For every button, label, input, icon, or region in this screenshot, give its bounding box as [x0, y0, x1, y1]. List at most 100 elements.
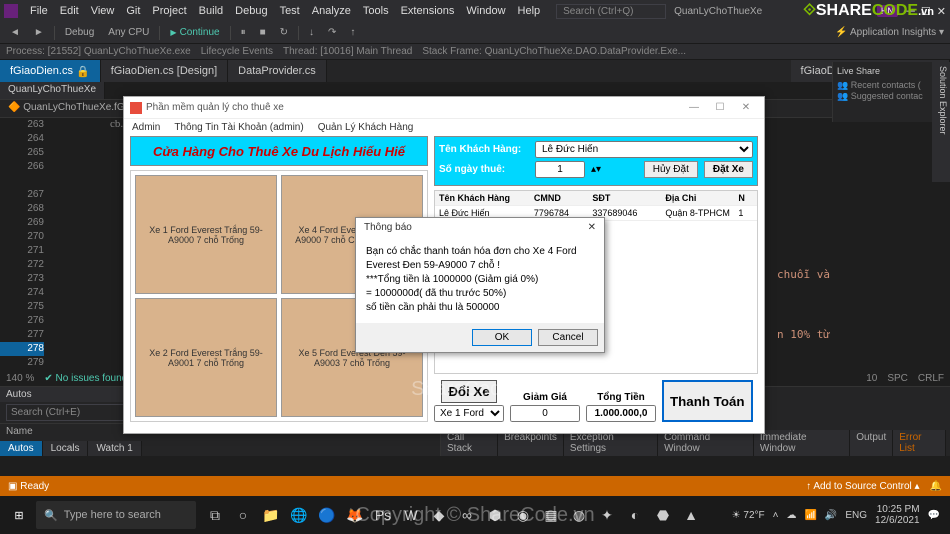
- tray-chevron-icon[interactable]: ˄: [773, 510, 779, 521]
- menu-file[interactable]: File: [24, 5, 54, 17]
- menu-window[interactable]: Window: [460, 5, 511, 17]
- app-icon-1[interactable]: ⬢: [482, 501, 508, 529]
- wifi-icon[interactable]: 📶: [804, 510, 816, 521]
- lang-indicator[interactable]: ENG: [845, 510, 867, 521]
- vs-icon-tb[interactable]: ∞: [454, 501, 480, 529]
- lifecycle-label[interactable]: Lifecycle Events: [201, 46, 273, 57]
- nav-fwd-icon[interactable]: ►: [30, 27, 48, 38]
- pause-icon[interactable]: ⏸: [237, 27, 250, 38]
- app-icon-5[interactable]: ✦: [594, 501, 620, 529]
- config-dropdown[interactable]: Debug: [61, 27, 98, 38]
- weather-widget[interactable]: ☀ 72°F: [732, 510, 765, 521]
- lbl-customer-name: Tên Khách Hàng:: [439, 144, 529, 155]
- tab-immediate[interactable]: Immediate Window: [754, 430, 850, 456]
- app-icon-3[interactable]: ▦: [538, 501, 564, 529]
- spinner-icon[interactable]: ▴▾: [591, 164, 601, 175]
- menu-build[interactable]: Build: [193, 5, 229, 17]
- edge-icon[interactable]: 🌐: [286, 501, 312, 529]
- taskbar-search-input[interactable]: 🔍 Type here to search: [36, 501, 196, 529]
- book-button[interactable]: Đặt Xe: [704, 161, 753, 178]
- menu-analyze[interactable]: Analyze: [306, 5, 357, 17]
- task-view-icon[interactable]: ⧉: [202, 501, 228, 529]
- thread-label[interactable]: Thread: [10016] Main Thread: [283, 46, 412, 57]
- days-input[interactable]: [535, 161, 585, 178]
- menu-view[interactable]: View: [85, 5, 121, 17]
- app-insights[interactable]: ⚡ Application Insights ▾: [835, 27, 944, 38]
- tab-dataprovider[interactable]: DataProvider.cs: [228, 60, 327, 82]
- app-icon-6[interactable]: ◐: [622, 501, 648, 529]
- cancel-booking-button[interactable]: Hủy Đặt: [644, 161, 698, 178]
- stop-icon[interactable]: ■: [256, 27, 270, 38]
- car-tile-2[interactable]: Xe 2 Ford Everest Trắng 59-A9001 7 chỗ T…: [135, 298, 277, 417]
- suggested-contacts[interactable]: 👥 Suggested contac: [837, 91, 928, 102]
- tab-autos[interactable]: Autos: [0, 441, 43, 456]
- start-button[interactable]: ⊞: [4, 500, 34, 530]
- platform-dropdown[interactable]: Any CPU: [104, 27, 153, 38]
- explorer-icon[interactable]: 📁: [258, 501, 284, 529]
- sub-tab-project[interactable]: QuanLyChoThueXe: [0, 82, 105, 99]
- menu-customers[interactable]: Quản Lý Khách Hàng: [318, 122, 414, 133]
- step-into-icon[interactable]: ↓: [305, 27, 318, 38]
- app-titlebar[interactable]: Phần mềm quản lý cho thuê xe — ☐ ✕: [124, 97, 764, 119]
- discount-input[interactable]: [510, 405, 580, 422]
- tab-output[interactable]: Output: [850, 430, 893, 456]
- app-maximize-icon[interactable]: ☐: [708, 102, 732, 113]
- menu-tools[interactable]: Tools: [357, 5, 395, 17]
- tab-locals[interactable]: Locals: [43, 441, 89, 456]
- menu-search-input[interactable]: Search (Ctrl+Q): [556, 4, 666, 19]
- source-control-button[interactable]: ↑ Add to Source Control ▴: [806, 481, 919, 492]
- onedrive-icon[interactable]: ☁: [786, 510, 796, 521]
- recent-contacts[interactable]: 👥 Recent contacts (: [837, 80, 928, 91]
- menu-debug[interactable]: Debug: [229, 5, 273, 17]
- vscode-icon[interactable]: ◆: [426, 501, 452, 529]
- tab-errorlist[interactable]: Error List: [893, 430, 946, 456]
- continue-button[interactable]: Continue: [166, 27, 223, 38]
- msgbox-ok-button[interactable]: OK: [472, 329, 532, 346]
- eol-mode[interactable]: CRLF: [918, 373, 944, 384]
- indent-mode[interactable]: SPC: [887, 373, 908, 384]
- app-icon-2[interactable]: ◉: [510, 501, 536, 529]
- issues-indicator[interactable]: ✔ No issues found: [44, 373, 127, 384]
- menu-help[interactable]: Help: [512, 5, 547, 17]
- photoshop-icon[interactable]: Ps: [370, 501, 396, 529]
- menu-edit[interactable]: Edit: [54, 5, 85, 17]
- pay-button[interactable]: Thanh Toán: [662, 380, 753, 422]
- stack-label[interactable]: Stack Frame: QuanLyChoThueXe.DAO.DataPro…: [422, 46, 686, 57]
- car-tile-1[interactable]: Xe 1 Ford Everest Trắng 59-A9000 7 chỗ T…: [135, 175, 277, 294]
- menu-account[interactable]: Thông Tin Tài Khoản (admin): [174, 122, 303, 133]
- menu-admin[interactable]: Admin: [132, 122, 160, 133]
- nav-back-icon[interactable]: ◄: [6, 27, 24, 38]
- car-select[interactable]: Xe 1 Ford Eve: [434, 405, 504, 422]
- tab-fgiaodien-design[interactable]: fGiaoDien.cs [Design]: [101, 60, 228, 82]
- volume-icon[interactable]: 🔊: [825, 510, 837, 521]
- tab-fgiaodien-cs[interactable]: fGiaoDien.cs 🔒: [0, 60, 101, 82]
- firefox-icon[interactable]: 🦊: [342, 501, 368, 529]
- taskbar-clock[interactable]: 10:25 PM 12/6/2021: [875, 504, 920, 526]
- app-icon-7[interactable]: ⬣: [650, 501, 676, 529]
- msgbox-cancel-button[interactable]: Cancel: [538, 329, 598, 346]
- change-car-button[interactable]: Đổi Xe: [441, 380, 496, 403]
- app-minimize-icon[interactable]: —: [682, 102, 706, 113]
- menu-git[interactable]: Git: [120, 5, 146, 17]
- step-out-icon[interactable]: ↑: [346, 27, 359, 38]
- app-icon-8[interactable]: ▲: [678, 501, 704, 529]
- total-input[interactable]: [586, 405, 656, 422]
- menu-extensions[interactable]: Extensions: [395, 5, 461, 17]
- step-over-icon[interactable]: ↷: [324, 27, 340, 38]
- cortana-icon[interactable]: ○: [230, 501, 256, 529]
- restart-icon[interactable]: ↻: [276, 27, 292, 38]
- notifications-icon[interactable]: 🔔: [930, 481, 942, 492]
- window-close-icon[interactable]: ✕: [937, 5, 946, 18]
- menu-project[interactable]: Project: [146, 5, 192, 17]
- menu-test[interactable]: Test: [274, 5, 306, 17]
- zoom-level[interactable]: 140 %: [6, 373, 34, 384]
- word-icon[interactable]: W: [398, 501, 424, 529]
- msgbox-close-icon[interactable]: ✕: [588, 222, 596, 233]
- notifications-tray-icon[interactable]: 💬: [928, 510, 940, 521]
- solution-explorer-tab[interactable]: Solution Explorer: [932, 62, 950, 182]
- tab-watch1[interactable]: Watch 1: [88, 441, 141, 456]
- app-close-icon[interactable]: ✕: [734, 102, 758, 113]
- app-icon-4[interactable]: ◍: [566, 501, 592, 529]
- customer-select[interactable]: Lê Đức Hiến: [535, 141, 753, 158]
- chrome-icon[interactable]: 🔵: [314, 501, 340, 529]
